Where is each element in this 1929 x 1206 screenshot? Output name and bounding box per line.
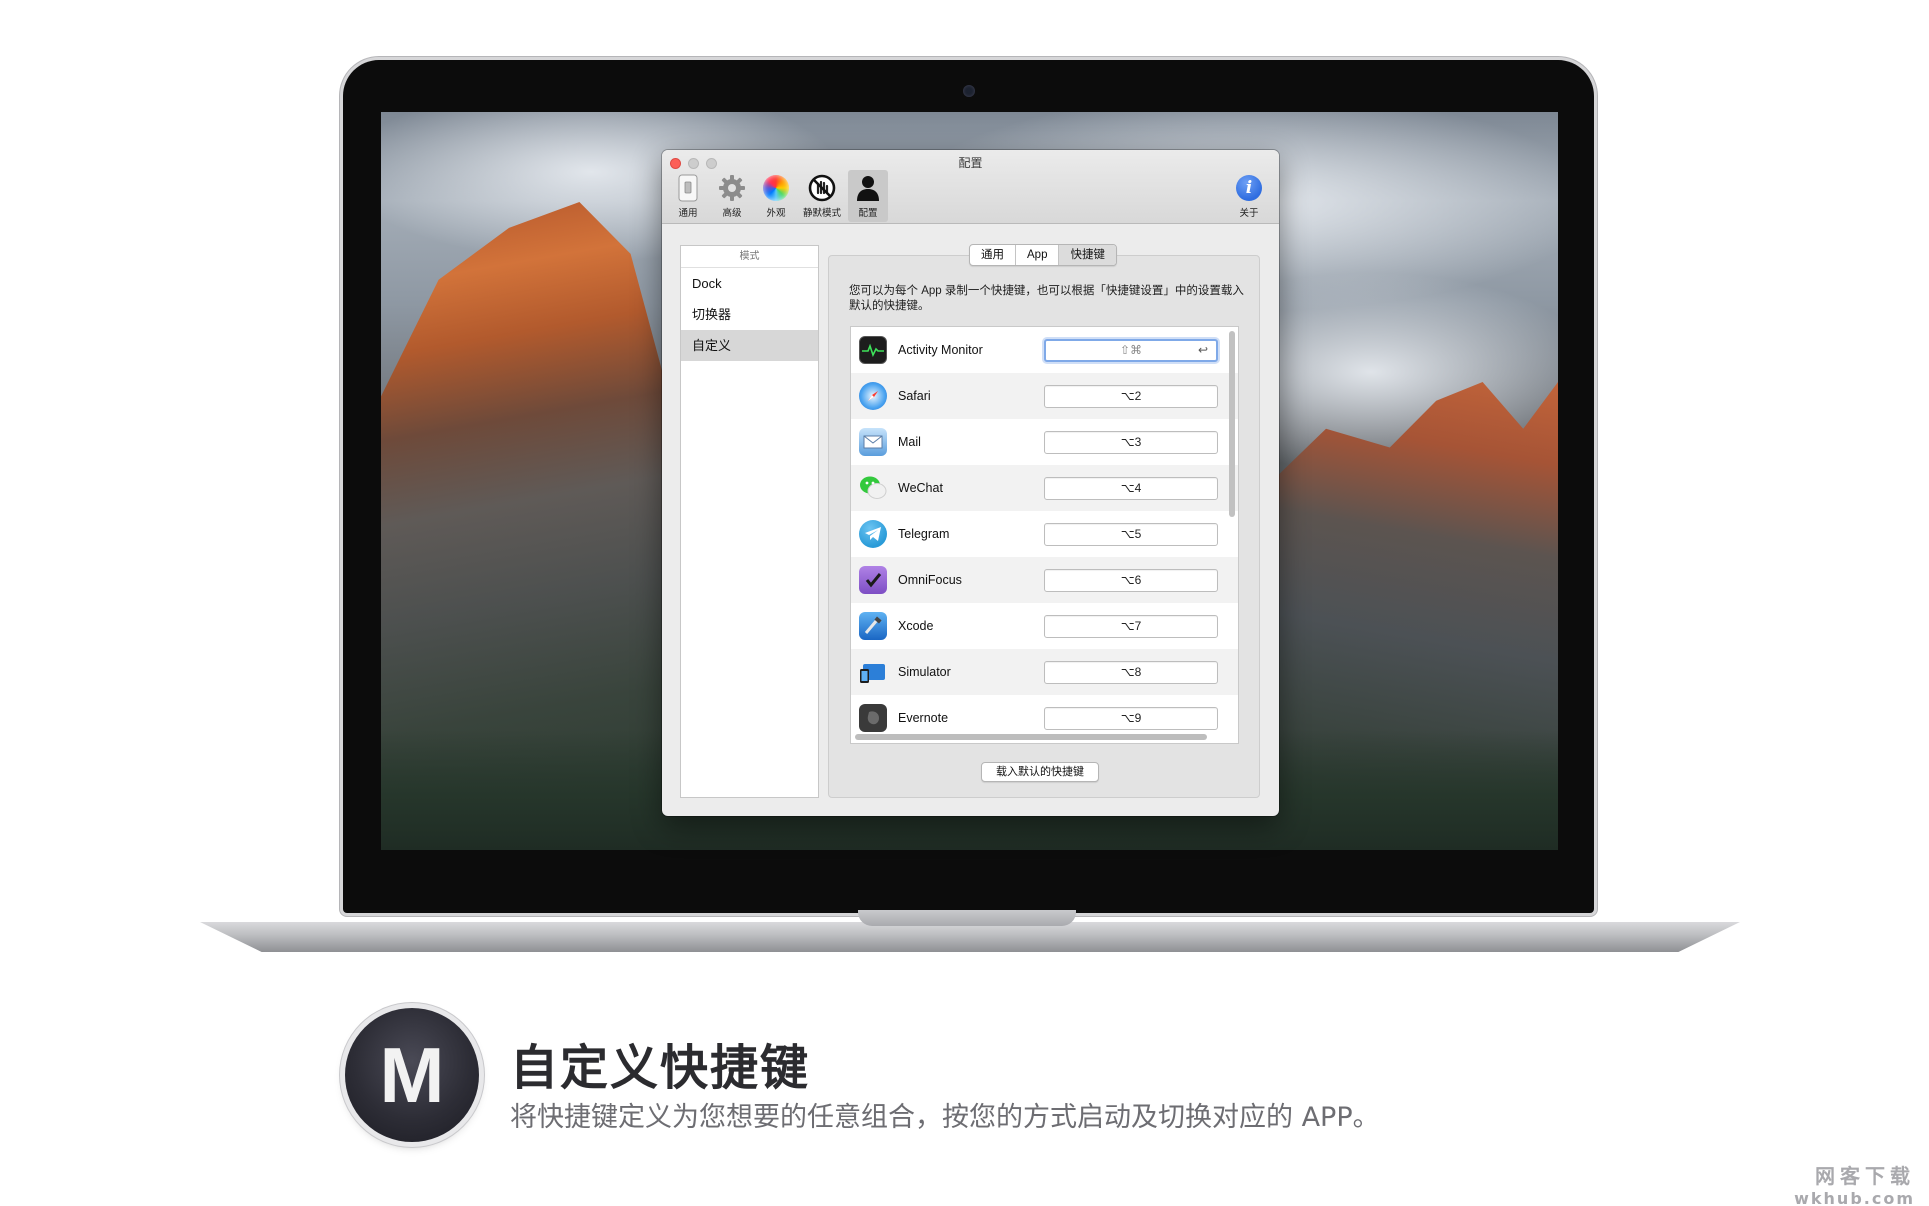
mail-icon: [859, 428, 887, 456]
shortcut-value: ⇧⌘: [1119, 342, 1143, 357]
app-shortcut-list[interactable]: Activity Monitor ⇧⌘ ↩ Safari ⌥2 Mail ⌥3 …: [850, 326, 1239, 744]
load-default-shortcuts-button[interactable]: 载入默认的快捷键: [981, 762, 1099, 782]
preferences-window: 配置 通用 高级 外观 静默模式 配置 i 关于 模式 Dock 切换器 自定义…: [662, 150, 1279, 816]
no-hand-icon: [807, 173, 837, 203]
app-logo: M: [345, 1008, 479, 1142]
color-wheel-icon: [761, 173, 791, 203]
subline: 将快捷键定义为您想要的任意组合，按您的方式启动及切换对应的 APP。: [510, 1102, 1380, 1133]
sidebar-item-custom[interactable]: 自定义: [681, 330, 818, 361]
omnifocus-icon: [859, 566, 887, 594]
evernote-icon: [859, 704, 887, 732]
tab-bar: 通用 App 快捷键: [969, 244, 1117, 266]
switch-icon: [673, 173, 703, 203]
safari-icon: [859, 382, 887, 410]
app-name: Activity Monitor: [898, 343, 983, 357]
xcode-icon: [859, 612, 887, 640]
person-icon: [853, 173, 883, 203]
telegram-icon: [859, 520, 887, 548]
app-name: Telegram: [898, 527, 950, 541]
simulator-icon: [859, 658, 887, 686]
table-row[interactable]: Telegram ⌥5: [851, 511, 1238, 557]
shortcut-recorder[interactable]: ⌥8: [1044, 660, 1218, 684]
table-row[interactable]: Simulator ⌥8: [851, 649, 1238, 695]
titlebar: 配置 通用 高级 外观 静默模式 配置 i 关于: [662, 150, 1279, 224]
laptop-notch: [858, 910, 1076, 926]
sidebar-item-switcher[interactable]: 切换器: [681, 299, 818, 330]
camera: [963, 85, 975, 97]
shortcut-recorder[interactable]: ⌥3: [1044, 430, 1218, 454]
watermark-bottom: wkhub.com: [1794, 1189, 1915, 1206]
table-row[interactable]: Safari ⌥2: [851, 373, 1238, 419]
toolbar-general[interactable]: 通用: [668, 170, 708, 222]
tab-app[interactable]: App: [1016, 245, 1060, 265]
window-title: 配置: [958, 156, 983, 170]
return-icon: ↩: [1197, 342, 1208, 357]
app-name: WeChat: [898, 481, 943, 495]
toolbar-appearance[interactable]: 外观: [756, 170, 796, 222]
shortcut-recorder[interactable]: ⌥2: [1044, 384, 1218, 408]
watermark: 网客下载 wkhub.com: [1794, 1160, 1915, 1206]
table-row[interactable]: Xcode ⌥7: [851, 603, 1238, 649]
app-name: Mail: [898, 435, 921, 449]
toolbar-advanced[interactable]: 高级: [712, 170, 752, 222]
shortcut-panel: 通用 App 快捷键 您可以为每个 App 录制一个快捷键，也可以根据「快捷键设…: [828, 244, 1260, 798]
table-row[interactable]: WeChat ⌥4: [851, 465, 1238, 511]
headline: 自定义快捷键: [510, 1040, 811, 1096]
tab-shortcuts[interactable]: 快捷键: [1059, 245, 1116, 265]
shortcut-recorder[interactable]: ⌥9: [1044, 706, 1218, 730]
toolbar-silent-mode[interactable]: 静默模式: [800, 170, 844, 222]
info-icon: i: [1234, 173, 1264, 203]
sidebar-header: 模式: [681, 246, 818, 268]
toolbar: 通用 高级 外观 静默模式 配置: [668, 170, 888, 222]
app-name: Evernote: [898, 711, 949, 725]
laptop-base: [200, 922, 1740, 952]
toolbar-config[interactable]: 配置: [848, 170, 888, 222]
app-name: Xcode: [898, 619, 934, 633]
app-name: Simulator: [898, 665, 951, 679]
table-row[interactable]: Mail ⌥3: [851, 419, 1238, 465]
tab-general[interactable]: 通用: [970, 245, 1016, 265]
description-text: 您可以为每个 App 录制一个快捷键，也可以根据「快捷键设置」中的设置载入默认的…: [849, 285, 1244, 312]
shortcut-recorder[interactable]: ⌥7: [1044, 614, 1218, 638]
sidebar-item-dock[interactable]: Dock: [681, 268, 818, 299]
gear-icon: [717, 173, 747, 203]
app-name: OmniFocus: [898, 573, 962, 587]
shortcut-recorder[interactable]: ⇧⌘ ↩: [1044, 338, 1218, 362]
app-name: Safari: [898, 389, 931, 403]
wechat-icon: [859, 474, 887, 502]
mode-sidebar: 模式 Dock 切换器 自定义: [680, 245, 819, 798]
watermark-top: 网客下载: [1815, 1164, 1915, 1188]
logo-letter: M: [379, 1030, 445, 1119]
shortcut-recorder[interactable]: ⌥4: [1044, 476, 1218, 500]
shortcut-recorder[interactable]: ⌥6: [1044, 568, 1218, 592]
toolbar-about[interactable]: i 关于: [1229, 170, 1269, 222]
window-content: 模式 Dock 切换器 自定义 通用 App 快捷键 您可以为每个 App 录制…: [662, 225, 1279, 816]
table-row[interactable]: Activity Monitor ⇧⌘ ↩: [851, 327, 1238, 373]
horizontal-scrollbar[interactable]: [855, 734, 1207, 740]
table-row[interactable]: OmniFocus ⌥6: [851, 557, 1238, 603]
shortcut-recorder[interactable]: ⌥5: [1044, 522, 1218, 546]
vertical-scrollbar[interactable]: [1229, 331, 1235, 517]
activity-monitor-icon: [859, 336, 887, 364]
